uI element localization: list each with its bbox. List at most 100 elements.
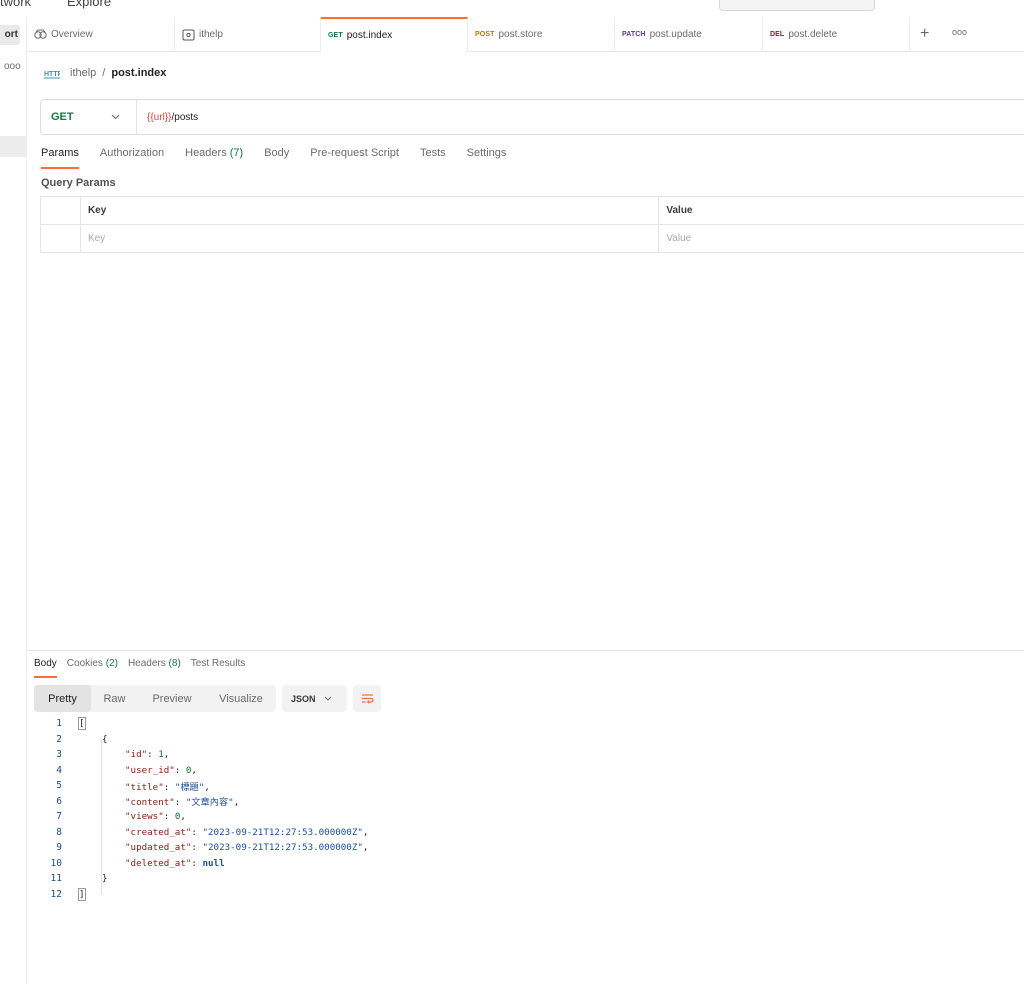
subtab-authorization[interactable]: Authorization (100, 147, 164, 169)
json-key: "id" (125, 749, 148, 761)
sidebar-selected-item[interactable] (0, 136, 26, 157)
subtab-label: Body (264, 147, 290, 159)
tab-post-delete[interactable]: DEL post.delete (763, 17, 910, 52)
view-visualize-button[interactable]: Visualize (206, 685, 276, 712)
json-key: "created_at" (125, 826, 192, 838)
format-select[interactable]: JSON (282, 685, 347, 712)
response-divider[interactable] (27, 650, 1024, 651)
code-line: 11 } (34, 871, 108, 887)
tab-overview[interactable]: Overview (27, 17, 175, 52)
nav-explore[interactable]: Explore (67, 0, 111, 9)
line-number: 6 (56, 795, 62, 807)
code-brace: } (102, 873, 108, 885)
subtab-count: (7) (229, 147, 244, 159)
param-key-input[interactable]: Key (81, 225, 660, 252)
subtab-headers[interactable]: Headers (7) (185, 147, 243, 169)
nav-network[interactable]: twork (0, 0, 31, 9)
wrap-lines-icon (361, 694, 374, 704)
tabs-more-icon[interactable]: ooo (952, 27, 967, 37)
json-value: "文章內容" (185, 797, 234, 809)
response-body-code[interactable]: 1 [ 2 { 3 "id": 1, 4 "user_id": 0, 5 "ti… (34, 716, 368, 902)
code-line: 4 "user_id": 0, (34, 763, 197, 779)
view-mode-selector: Pretty Raw Preview Visualize (34, 685, 276, 712)
table-row: Key Value (41, 225, 1024, 253)
subtab-pre-request-script[interactable]: Pre-request Script (310, 147, 399, 169)
subtab-params[interactable]: Params (41, 147, 79, 169)
subtab-tests[interactable]: Tests (420, 147, 446, 169)
view-raw-button[interactable]: Raw (91, 685, 138, 712)
line-number: 7 (56, 811, 62, 823)
json-comma: , (233, 797, 240, 809)
wrap-lines-button[interactable] (353, 685, 381, 712)
url-input[interactable]: {{url}}/posts (137, 112, 198, 123)
tab-post-index[interactable]: GET post.index (321, 17, 468, 52)
json-value: "2023-09-21T12:27:53.000000Z" (202, 842, 363, 854)
json-value: "2023-09-21T12:27:53.000000Z" (202, 826, 363, 838)
breadcrumb: HTTP ithelp / post.index (44, 65, 166, 81)
response-tab-headers[interactable]: Headers (8) (128, 658, 181, 678)
json-key: "deleted_at" (125, 857, 192, 869)
tab-label: post.delete (788, 29, 838, 40)
code-bracket: [ (78, 717, 86, 731)
format-value: JSON (291, 693, 316, 704)
query-params-table: Key Value Key Value (40, 196, 1024, 253)
subtab-label: Authorization (99, 147, 165, 159)
tab-ithelp[interactable]: ithelp (175, 17, 321, 52)
http-icon: HTTP (44, 71, 60, 79)
breadcrumb-request-name[interactable]: post.index (111, 67, 166, 79)
row-checkbox[interactable] (41, 225, 81, 252)
tab-post-update[interactable]: PATCH post.update (615, 17, 763, 52)
response-tab-body[interactable]: Body (34, 658, 57, 678)
add-tab-icon[interactable]: + (920, 25, 929, 43)
table-check-column (41, 197, 81, 224)
code-line: 10 "deleted_at": null (34, 856, 225, 872)
subtab-label: Tests (419, 147, 446, 159)
code-line: 8 "created_at": "2023-09-21T12:27:53.000… (34, 825, 368, 841)
json-key: "updated_at" (125, 842, 192, 854)
line-number: 2 (56, 733, 62, 745)
subtab-body[interactable]: Body (264, 147, 289, 169)
indent-guide (101, 739, 102, 895)
code-line: 7 "views": 0, (34, 809, 186, 825)
tab-post-store[interactable]: POST post.store (468, 17, 615, 52)
breadcrumb-collection[interactable]: ithelp (70, 67, 96, 79)
tab-method-post: POST (475, 31, 495, 38)
response-tab-cookies[interactable]: Cookies (2) (67, 658, 118, 678)
request-tabs-bar: Overview ithelp GET post.index POST post… (27, 17, 1024, 52)
svg-text:HTTP: HTTP (44, 71, 60, 78)
line-number: 10 (50, 857, 62, 869)
code-line: 9 "updated_at": "2023-09-21T12:27:53.000… (34, 840, 368, 856)
sidebar-more-icon[interactable]: ooo (4, 61, 21, 72)
json-comma: , (362, 826, 369, 838)
column-header-value: Value (666, 205, 693, 216)
param-value-input[interactable]: Value (659, 225, 1024, 252)
query-params-title: Query Params (41, 177, 116, 189)
tab-label: post.update (649, 29, 702, 40)
response-tab-label: Headers (127, 658, 166, 669)
json-value: null (202, 857, 225, 869)
response-tabs: Body Cookies (2) Headers (8) Test Result… (34, 658, 255, 678)
search-postman-input[interactable] (719, 0, 875, 11)
url-variable: {{url}} (147, 111, 172, 123)
view-pretty-button[interactable]: Pretty (34, 685, 91, 712)
line-number: 11 (50, 873, 62, 885)
response-tab-count: (2) (105, 658, 118, 669)
code-brace: { (102, 733, 108, 745)
code-bracket: ] (78, 887, 86, 901)
overview-icon (34, 29, 47, 39)
response-tab-test-results[interactable]: Test Results (191, 658, 245, 678)
url-bar: GET {{url}}/posts (40, 99, 1024, 135)
import-button[interactable]: ort (0, 25, 20, 45)
json-comma: , (180, 811, 186, 823)
subtab-settings[interactable]: Settings (467, 147, 507, 169)
response-tab-label: Cookies (66, 658, 103, 669)
code-line: 6 "content": "文章內容", (34, 794, 239, 810)
tab-label: ithelp (199, 29, 223, 40)
line-number: 8 (56, 826, 62, 838)
view-preview-button[interactable]: Preview (138, 685, 206, 712)
method-value: GET (51, 111, 74, 123)
subtab-label: Settings (466, 147, 507, 159)
line-number: 5 (56, 780, 62, 792)
method-select[interactable]: GET (41, 100, 137, 134)
subtab-label: Headers (185, 147, 227, 159)
